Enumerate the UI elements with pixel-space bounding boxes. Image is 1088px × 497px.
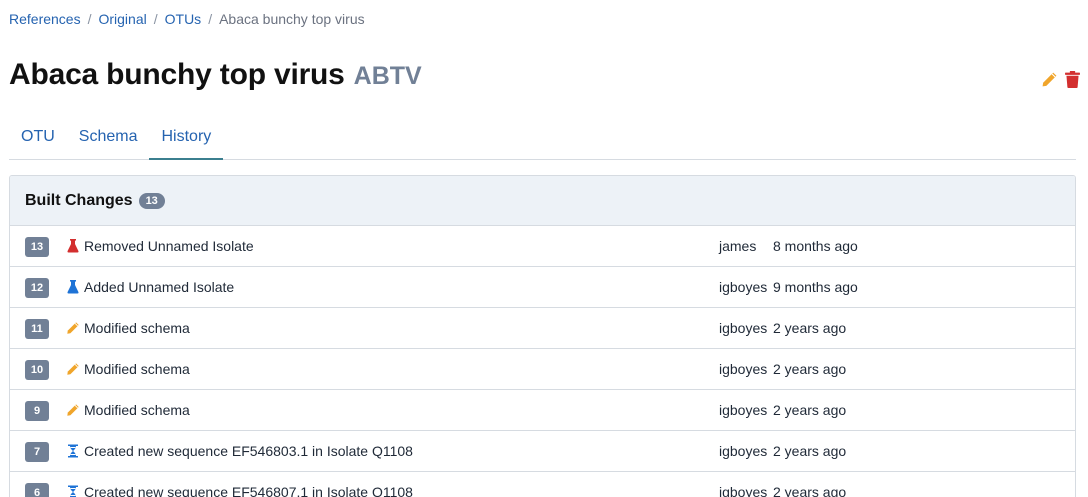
change-description: Removed Unnamed Isolate [84,238,254,254]
change-row: 13 Removed Unnamed Isolate james 8 months a… [10,226,1075,267]
built-changes-header: Built Changes 13 [10,176,1075,226]
pencil-icon [1042,72,1056,86]
pencil-icon [66,320,80,336]
change-description: Created new sequence EF546803.1 in Isola… [84,443,413,459]
change-index-badge: 13 [25,237,49,257]
change-time: 2 years ago [773,484,847,497]
change-user: igboyes [719,402,768,418]
change-index-badge: 10 [25,360,49,380]
breadcrumb: References / Original / OTUs / Abaca bun… [9,11,365,27]
change-user: james [719,238,757,254]
breadcrumb-separator: / [153,11,158,27]
change-row: 11 Modified schema igboyes 2 years ago [10,308,1075,349]
breadcrumb-separator: / [208,11,213,27]
change-time: 2 years ago [773,402,847,418]
otu-tabs: OTU Schema History [9,119,1076,160]
changes-count-badge: 13 [138,192,165,209]
change-user: igboyes [719,361,768,377]
breadcrumb-original[interactable]: Original [98,11,146,27]
change-description: Added Unnamed Isolate [84,279,235,295]
change-time: 8 months ago [773,238,858,254]
change-description: Created new sequence EF546807.1 in Isola… [84,484,413,497]
breadcrumb-otus[interactable]: OTUs [165,11,202,27]
header-actions [1040,70,1081,88]
pencil-icon [66,402,80,418]
remove-otu-button[interactable] [1063,70,1081,88]
change-row: 10 Modified schema igboyes 2 years ago [10,349,1075,390]
change-user: igboyes [719,484,768,497]
page-title: Abaca bunchy top virus [9,58,345,91]
change-user: igboyes [719,279,768,295]
change-user: igboyes [719,320,768,336]
change-index-badge: 12 [25,278,49,298]
change-description: Modified schema [84,320,190,336]
change-row: 9 Modified schema igboyes 2 years ago [10,390,1075,431]
tab-otu[interactable]: OTU [9,119,67,160]
otu-abbreviation: ABTV [353,62,422,90]
change-row: 12 Added Unnamed Isolate igboyes 9 months a… [10,267,1075,308]
tab-schema[interactable]: Schema [67,119,150,160]
dna-icon [66,484,80,497]
change-time: 2 years ago [773,443,847,459]
change-row: 7 Created new sequence EF546803.1 in Isol… [10,431,1075,472]
change-time: 2 years ago [773,361,847,377]
breadcrumb-current: Abaca bunchy top virus [219,11,365,27]
edit-otu-button[interactable] [1040,70,1058,88]
change-row: 6 Created new sequence EF546807.1 in Isol… [10,472,1075,497]
change-user: igboyes [719,443,768,459]
tab-history[interactable]: History [149,119,224,160]
change-description: Modified schema [84,361,190,377]
change-index-badge: 7 [25,442,49,462]
change-time: 9 months ago [773,279,858,295]
change-index-badge: 11 [25,319,49,339]
trash-icon [1064,70,1080,88]
page-header: Abaca bunchy top virus ABTV [9,58,422,92]
change-list: 13 Removed Unnamed Isolate james 8 months a… [10,226,1075,497]
flask-icon [66,279,80,295]
dna-icon [66,443,80,459]
breadcrumb-references[interactable]: References [9,11,81,27]
change-description: Modified schema [84,402,190,418]
built-changes-title: Built Changes [25,191,133,209]
breadcrumb-separator: / [87,11,92,27]
change-time: 2 years ago [773,320,847,336]
change-index-badge: 9 [25,401,49,421]
change-index-badge: 6 [25,483,49,497]
flask-icon [66,238,80,254]
built-changes-panel: Built Changes 13 13 Removed Unnamed Isola… [9,175,1076,497]
pencil-icon [66,361,80,377]
